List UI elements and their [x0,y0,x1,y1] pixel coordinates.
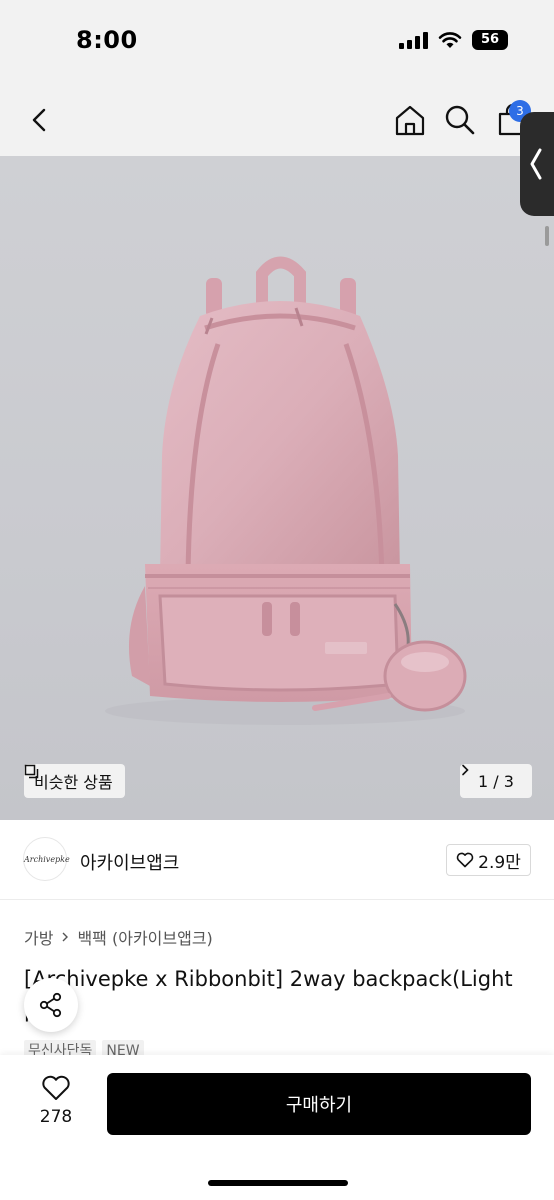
product-title: [Archivepke x Ribbonbit] 2way backpack(L… [24,967,513,1022]
heart-icon [456,852,474,868]
similar-products-label: 비슷한 상품 [34,773,113,792]
chevron-left-icon [530,148,542,180]
status-bar: 8:00 56 [0,0,554,84]
share-icon [39,992,62,1018]
product-image-gallery[interactable]: 비슷한 상품 1 / 3 [0,156,554,820]
chevron-right-icon [62,932,69,942]
scroll-indicator [545,226,549,246]
pager-text: 1 / 3 [478,771,514,791]
chevron-left-icon[interactable] [22,102,58,138]
image-pager[interactable]: 1 / 3 [460,764,532,798]
battery-icon: 56 [472,30,508,50]
brand-like-count: 2.9만 [478,852,521,873]
home-icon[interactable] [392,102,428,138]
chevron-right-icon [462,764,469,776]
top-nav [0,84,554,156]
home-indicator [208,1180,348,1186]
side-panel-handle[interactable] [520,112,554,216]
buy-button[interactable]: 구매하기 [107,1073,531,1135]
wishlist-button[interactable]: 278 [28,1075,84,1127]
heart-icon [42,1075,70,1100]
similar-products-button[interactable]: 비슷한 상품 [24,764,125,798]
brand-like-button[interactable]: 2.9만 [446,844,531,876]
status-time: 8:00 [76,26,138,54]
brand-row: Archivepke 아카이브앱크 2.9만 [0,820,554,900]
breadcrumb: 가방 백팩 (아카이브앱크) [24,925,213,949]
wifi-icon [438,32,462,48]
breadcrumb-item-backpack[interactable]: 백팩 (아카이브앱크) [77,925,212,949]
search-icon[interactable] [442,102,478,138]
backpack-product-image [105,256,467,725]
share-button[interactable] [24,978,78,1032]
copy-icon [24,764,39,779]
brand-logo[interactable]: Archivepke [23,837,70,881]
brand-name[interactable]: 아카이브앱크 [80,849,179,875]
signal-icon [399,31,428,49]
wishlist-count: 278 [39,1107,73,1127]
bottom-action-bar: 278 구매하기 [0,1055,554,1200]
status-icons: 56 [399,30,508,50]
breadcrumb-item-bag[interactable]: 가방 [24,925,53,949]
